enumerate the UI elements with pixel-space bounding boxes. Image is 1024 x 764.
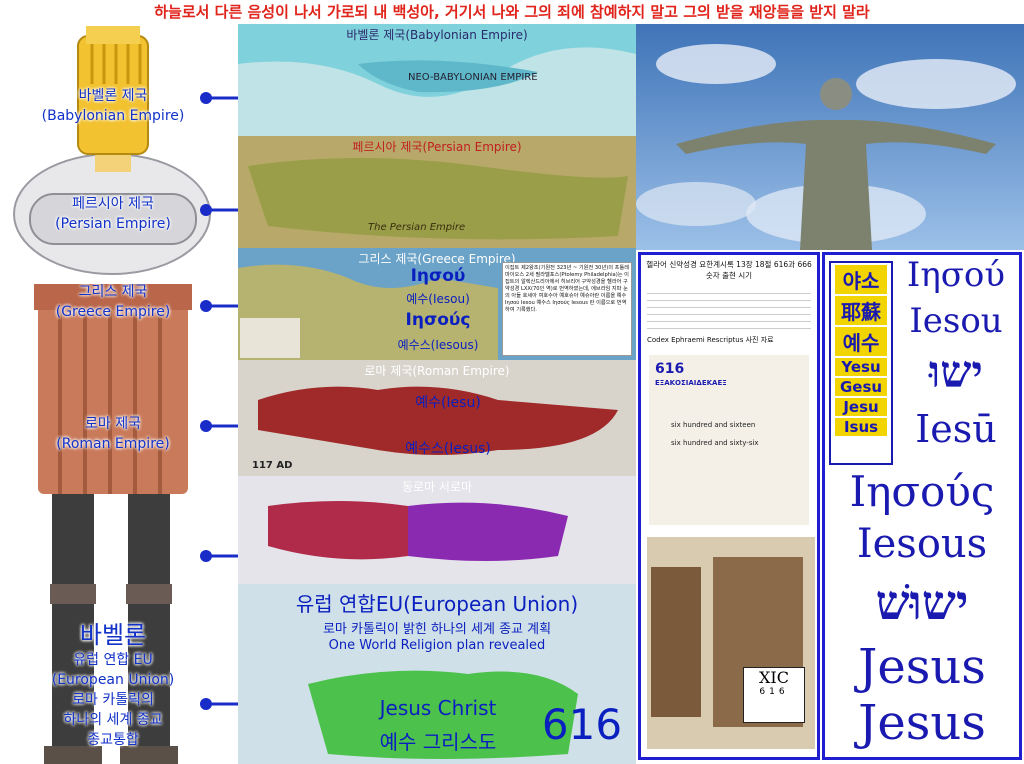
label-persia-ko: 페르시아 제국 — [72, 196, 154, 212]
label-eu-l4: 하나의 세계 종교 — [63, 712, 163, 728]
codex-panel: 헬라어 신약성경 요한계시록 13장 18절 616과 666숫자 출현 시기 … — [638, 252, 820, 760]
codex-chart: 616 ΕΞΑΚΟΣΙΑΙΔΕΚΑΕΞ six hundred and sixt… — [649, 355, 809, 525]
christ-redeemer-photo — [636, 24, 1024, 250]
statue-panel: 바벨론 제국 (Babylonian Empire) 페르시아 제국 (Pers… — [0, 24, 238, 764]
label-eu-big: 바벨론 — [79, 621, 147, 649]
name-jesu: Jesu — [835, 398, 887, 416]
name-jesus-1: Jesus — [858, 639, 986, 695]
name-yesu-ko: 예수 — [835, 327, 887, 356]
name-yaso: 야소 — [835, 265, 887, 294]
codex-source: Codex Ephraemi Rescriptus 사진 자료 — [647, 336, 774, 344]
name-iesou-greek: Iησού — [906, 255, 1006, 295]
greece-iesous-ko: 예수스(Iesous) — [397, 338, 479, 352]
name-isus: Isus — [835, 418, 887, 436]
codex-six2: six hundred and sixty-six — [671, 439, 759, 447]
name-hebrew-yeshu: ישוּ — [929, 347, 983, 398]
label-persia-en: (Persian Empire) — [55, 216, 171, 232]
map-eastwest-caption: 동로마 서로마 — [401, 480, 473, 494]
label-babylon-ko: 바벨론 제국 — [78, 88, 148, 104]
label-persia: 페르시아 제국 (Persian Empire) — [8, 194, 218, 234]
label-eu-l2: (European Union) — [51, 672, 175, 688]
codex-six1: six hundred and sixteen — [671, 421, 756, 429]
label-rome-en: (Roman Empire) — [56, 436, 170, 452]
eu-616: 616 — [541, 700, 623, 749]
map-eastwest: 동로마 서로마 — [238, 476, 636, 584]
name-gesu: Gesu — [835, 378, 887, 396]
eu-sub1: 로마 카톨릭이 밝힌 하나의 세계 종교 계획 — [322, 622, 552, 637]
codex-xic: XIC — [759, 668, 789, 687]
label-greece-en: (Greece Empire) — [55, 304, 171, 320]
codex-616: 616 — [655, 361, 685, 377]
header-verse: 하늘로서 다른 음성이 나서 가로되 내 백성아, 거기서 나와 그의 죄에 참… — [154, 3, 870, 21]
label-babylon-en: (Babylonian Empire) — [41, 108, 185, 124]
greece-note: 이집트 제2왕조(기원전 323년 ~ 기원전 30년)의 프톨레마이오스 2세… — [502, 262, 632, 356]
map-babylon-caption: 바벨론 제국(Babylonian Empire) — [346, 28, 528, 42]
map-persia: 페르시아 제국(Persian Empire) The Persian Empi… — [238, 136, 636, 248]
codex-photo: XIC 616 — [647, 537, 815, 749]
map-persia-small: The Persian Empire — [368, 222, 466, 233]
korean-names-box: 야소 耶蘇 예수 Yesu Gesu Jesu Isus — [829, 261, 893, 465]
rome-year: 117 AD — [252, 460, 293, 471]
label-greece: 그리스 제국 (Greece Empire) — [8, 282, 218, 322]
codex-text-image — [647, 287, 811, 333]
eu-jesus-christ: Jesus Christ — [379, 696, 497, 720]
label-rome: 로마 제국 (Roman Empire) — [8, 414, 218, 454]
name-yesu: Yesu — [835, 358, 887, 376]
rome-iesus: 예수스(Iesus) — [405, 441, 491, 457]
name-jesus-2: Jesus — [858, 695, 986, 751]
eu-jesus-christ-ko: 예수 그리스도 — [379, 730, 497, 754]
name-iesous: Iesous — [856, 521, 988, 567]
map-rome-caption: 로마 제국(Roman Empire) — [364, 364, 510, 378]
codex-greek: ΕΞΑΚΟΣΙΑΙΔΕΚΑΕΞ — [655, 379, 727, 387]
map-persia-caption: 페르시아 제국(Persian Empire) — [352, 140, 522, 154]
label-eu-l3: 로마 카톨릭의 — [72, 692, 154, 708]
map-babylon-center: NEO-BABYLONIAN EMPIRE — [408, 72, 538, 83]
label-eu: 바벨론 유럽 연합 EU (European Union) 로마 카톨릭의 하나… — [8, 620, 218, 750]
map-rome: 로마 제국(Roman Empire) 예수(Iesu) 예수스(Iesus) … — [238, 360, 636, 476]
label-babylon: 바벨론 제국 (Babylonian Empire) — [8, 86, 218, 126]
greece-iesou-greek: Iησού — [410, 266, 466, 286]
name-cn: 耶蘇 — [835, 296, 887, 325]
map-eu: 유럽 연합EU(European Union) 로마 카톨릭이 밝힌 하나의 세… — [238, 584, 636, 764]
eu-title: 유럽 연합EU(European Union) — [295, 592, 579, 616]
codex-xic-num: 616 — [759, 687, 789, 697]
name-iesous-greek: Iησούς — [849, 467, 995, 516]
label-rome-ko: 로마 제국 — [85, 416, 141, 432]
name-iesu: Iesū — [915, 407, 997, 451]
greece-iesous-greek: Iησούς — [405, 310, 471, 330]
greece-iesou-ko: 예수(Iesou) — [406, 292, 470, 306]
eu-sub2: One World Religion plan revealed — [328, 638, 546, 653]
label-eu-l5: 종교통합 — [87, 732, 139, 748]
rome-iesu: 예수(Iesu) — [415, 395, 481, 411]
map-greece: 그리스 제국(Greece Empire) Iησού 예수(Iesou) Iη… — [238, 248, 636, 360]
names-panel: 야소 耶蘇 예수 Yesu Gesu Jesu Isus Iησού Iesou… — [822, 252, 1022, 760]
name-hebrew-yeshush: ישוּשׁ — [875, 575, 969, 631]
codex-title: 헬라어 신약성경 요한계시록 13장 18절 616과 666숫자 출현 시기 — [646, 260, 812, 280]
name-iesou: Iesou — [909, 301, 1003, 341]
label-eu-l1: 유럽 연합 EU — [73, 652, 153, 668]
label-greece-ko: 그리스 제국 — [78, 284, 148, 300]
map-babylon: 바벨론 제국(Babylonian Empire) NEO-BABYLONIAN… — [238, 24, 636, 136]
